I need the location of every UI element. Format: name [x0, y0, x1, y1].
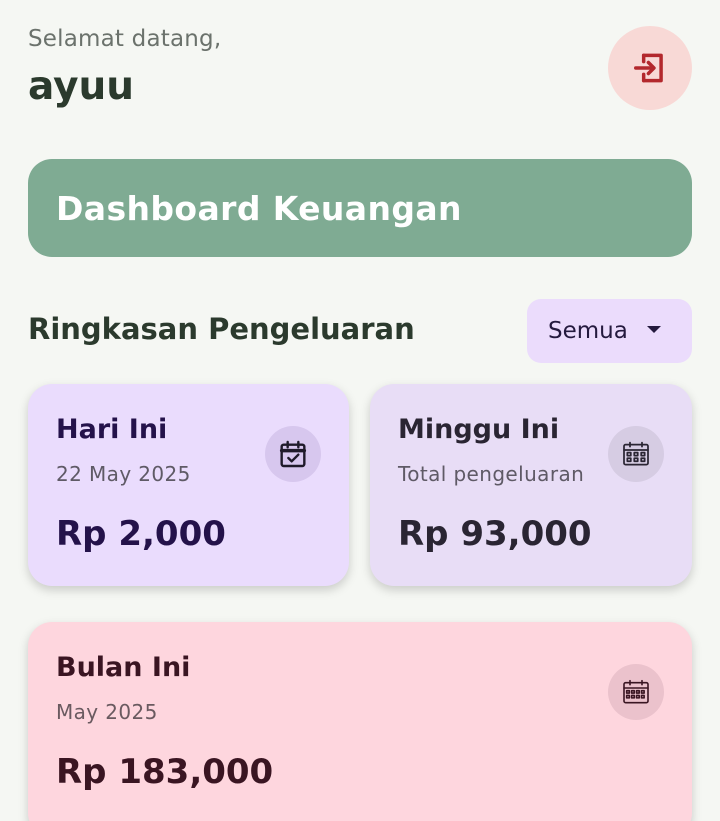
card-amount: Rp 2,000 [56, 514, 226, 554]
banner-title: Dashboard Keuangan [56, 188, 462, 228]
dropdown-caret-icon [647, 326, 661, 333]
greeting-text: Selamat datang, [28, 26, 222, 52]
card-subtitle: May 2025 [56, 700, 158, 724]
today-expense-card[interactable]: Hari Ini 22 May 2025 Rp 2,000 [28, 384, 349, 586]
card-amount: Rp 93,000 [398, 514, 592, 554]
card-title: Minggu Ini [398, 414, 560, 445]
logout-icon [634, 53, 663, 83]
month-expense-card[interactable]: Bulan Ini May 2025 Rp 183,000 [28, 622, 692, 821]
username: ayuu [28, 64, 135, 109]
logout-button[interactable] [608, 26, 692, 110]
week-expense-card[interactable]: Minggu Ini Total pengeluaran Rp 93,000 [370, 384, 692, 586]
period-filter-dropdown[interactable]: Semua [527, 299, 692, 363]
section-title: Ringkasan Pengeluaran [28, 312, 415, 346]
card-title: Hari Ini [56, 414, 168, 445]
dashboard-banner: Dashboard Keuangan [28, 159, 692, 257]
calendar-week-icon [608, 426, 664, 482]
calendar-month-icon [608, 664, 664, 720]
card-subtitle: 22 May 2025 [56, 462, 191, 486]
card-subtitle: Total pengeluaran [398, 462, 585, 486]
card-title: Bulan Ini [56, 652, 191, 683]
card-amount: Rp 183,000 [56, 752, 274, 792]
filter-selected-value: Semua [548, 318, 628, 344]
calendar-check-icon [265, 426, 321, 482]
